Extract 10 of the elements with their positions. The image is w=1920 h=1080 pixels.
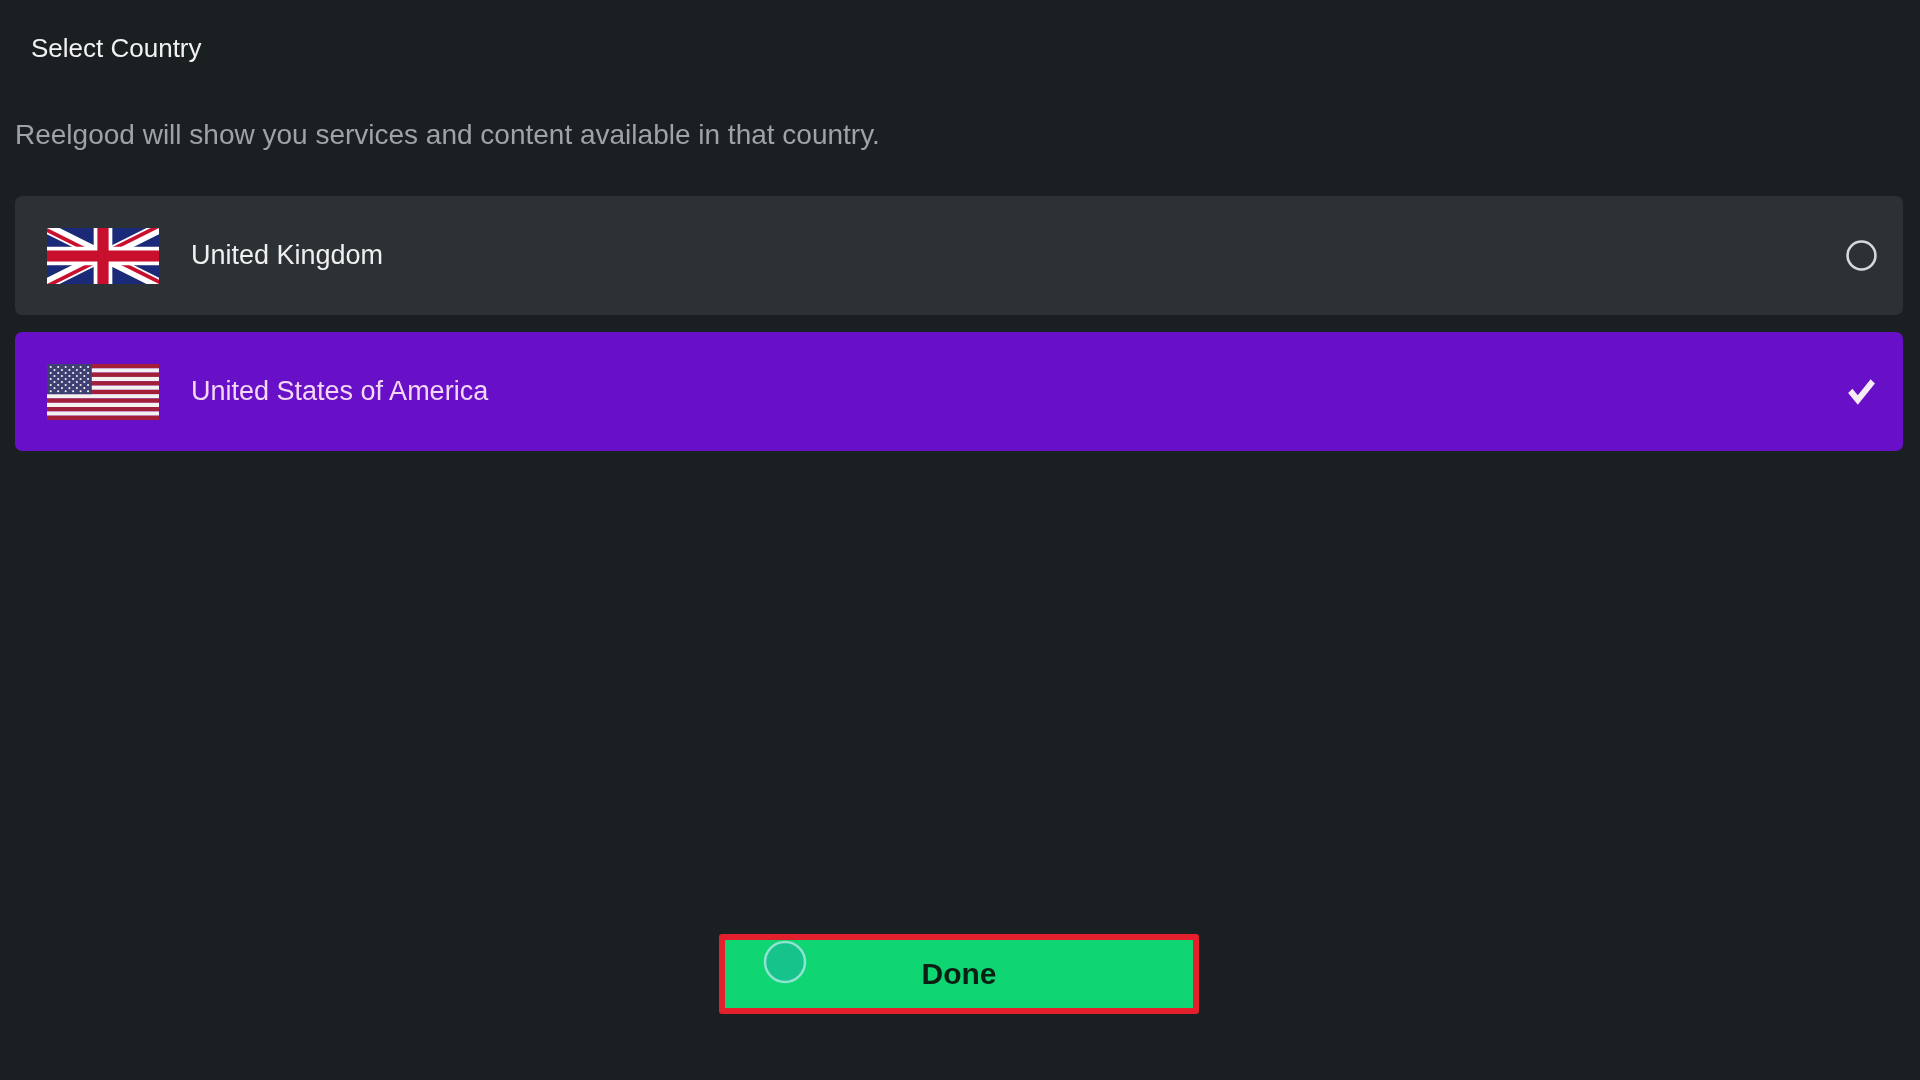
screen-title: Select Country [31, 32, 202, 65]
country-option[interactable]: United Kingdom [15, 196, 1903, 315]
radio-circle-icon [1846, 240, 1877, 271]
country-option[interactable]: United States of America [15, 332, 1903, 451]
uk-flag-icon [47, 227, 159, 284]
us-flag-icon [47, 363, 159, 420]
checkmark-icon [1846, 377, 1876, 406]
description-text: Reelgood will show you services and content available in that country. [15, 118, 880, 152]
tap-ring-icon [763, 940, 807, 984]
done-button[interactable]: Done [719, 934, 1199, 1014]
